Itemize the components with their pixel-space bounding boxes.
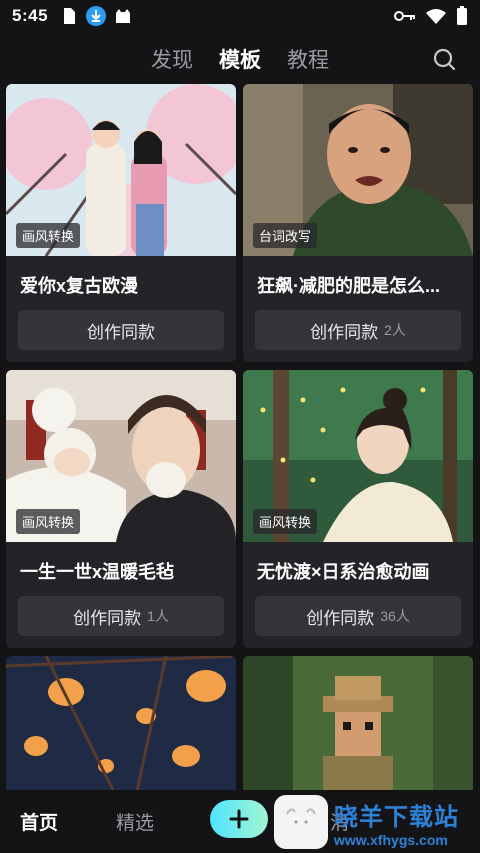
usage-count: 1人 xyxy=(147,608,169,624)
create-same-label: 创作同款 xyxy=(87,322,155,342)
key-icon xyxy=(394,11,415,21)
wifi-icon xyxy=(426,9,446,24)
plus-icon xyxy=(229,809,249,829)
template-grid: 画风转换 爱你x复古欧漫 创作同款 台词改写 狂飙·减肥的肥是怎么... 创作同… xyxy=(6,84,474,796)
template-title: 无忧渡×日系治愈动画 xyxy=(257,562,430,582)
cat-app-icon xyxy=(116,9,131,23)
create-same-button[interactable]: 创作同款 2人 xyxy=(255,310,461,350)
top-tabs: 发现 模板 教程 xyxy=(0,38,480,80)
nav-home[interactable]: 首页 xyxy=(20,808,58,835)
download-icon xyxy=(86,6,107,26)
create-same-button[interactable]: 创作同款 36人 xyxy=(255,596,461,636)
template-card[interactable] xyxy=(243,656,473,796)
create-same-label: 创作同款 xyxy=(310,322,379,342)
template-tag: 画风转换 xyxy=(253,509,318,534)
template-thumbnail: 画风转换 xyxy=(6,370,236,542)
template-tag: 画风转换 xyxy=(16,509,81,534)
template-title: 狂飙·减肥的肥是怎么... xyxy=(257,276,440,296)
create-same-button[interactable]: 创作同款 xyxy=(18,310,224,350)
watermark-url: www.xfhygs.com xyxy=(334,831,448,848)
template-thumbnail: 台词改写 xyxy=(243,84,473,256)
usage-count: 2人 xyxy=(384,322,406,338)
nav-featured[interactable]: 精选 xyxy=(116,808,154,835)
template-thumbnail xyxy=(6,656,236,796)
template-thumbnail: 画风转换 xyxy=(6,84,236,256)
create-same-label: 创作同款 xyxy=(306,608,375,628)
watermark-title: 晓羊下载站 xyxy=(334,803,459,831)
watermark: 晓羊下载站 www.xfhygs.com xyxy=(274,793,480,851)
template-title: 爱你x复古欧漫 xyxy=(20,276,139,296)
status-bar: 5:45 xyxy=(0,0,480,32)
sim-card-icon xyxy=(64,8,76,24)
template-thumbnail xyxy=(243,656,473,796)
sheep-logo-icon xyxy=(274,795,328,849)
template-tag: 画风转换 xyxy=(16,223,81,248)
create-same-label: 创作同款 xyxy=(73,608,142,628)
template-title: 一生一世x温暖毛毡 xyxy=(20,562,175,582)
status-time: 5:45 xyxy=(12,6,49,25)
search-icon[interactable] xyxy=(432,47,456,71)
template-card[interactable]: 画风转换 一生一世x温暖毛毡 创作同款 1人 xyxy=(6,370,236,648)
template-card[interactable] xyxy=(6,656,236,796)
template-card[interactable]: 画风转换 爱你x复古欧漫 创作同款 xyxy=(6,84,236,362)
template-card[interactable]: 台词改写 狂飙·减肥的肥是怎么... 创作同款 2人 xyxy=(243,84,473,362)
battery-icon xyxy=(457,6,467,25)
tab-tutorials[interactable]: 教程 xyxy=(287,44,329,74)
tab-discover[interactable]: 发现 xyxy=(151,44,193,74)
create-same-button[interactable]: 创作同款 1人 xyxy=(18,596,224,636)
template-card[interactable]: 画风转换 无忧渡×日系治愈动画 创作同款 36人 xyxy=(243,370,473,648)
template-thumbnail: 画风转换 xyxy=(243,370,473,542)
tab-templates[interactable]: 模板 xyxy=(219,44,261,74)
template-tag: 台词改写 xyxy=(253,223,318,248)
create-button[interactable] xyxy=(210,800,268,838)
usage-count: 36人 xyxy=(380,608,410,624)
